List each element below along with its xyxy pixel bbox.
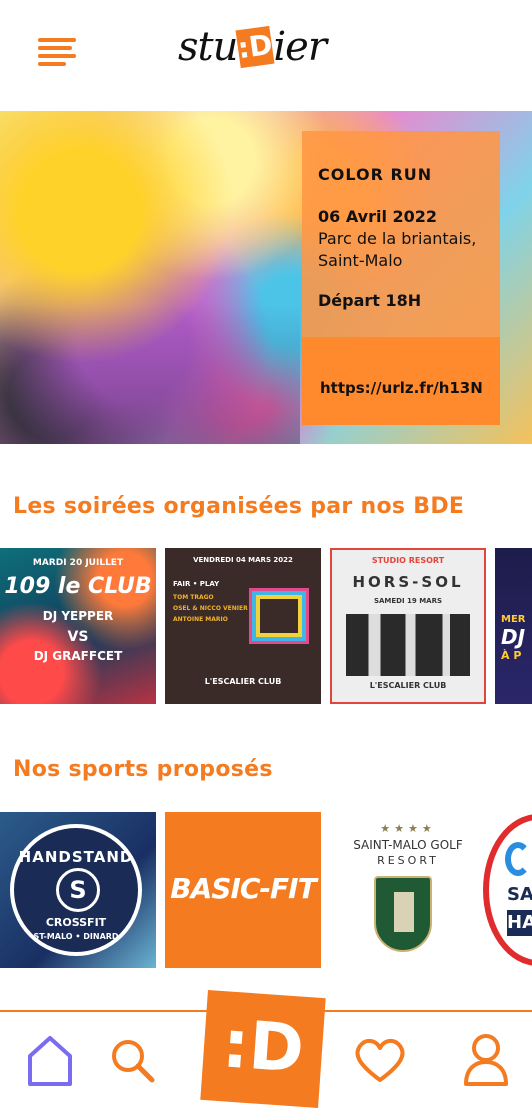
sport-card[interactable]: ★★★★ SAINT-MALO GOLF RESORT: [330, 812, 486, 968]
party-artwork: [249, 588, 309, 644]
party-versus: VS: [67, 629, 89, 645]
party-photo: [346, 614, 470, 676]
handstand-logo: HANDSTAND S CROSSFIT ST-MALO • DINARD: [10, 824, 142, 956]
parties-carousel[interactable]: MARDI 20 JUILLET 109 le CLUB DJ YEPPER V…: [0, 548, 532, 706]
party-card[interactable]: MARDI 20 JUILLET 109 le CLUB DJ YEPPER V…: [0, 548, 156, 704]
sports-carousel[interactable]: HANDSTAND S CROSSFIT ST-MALO • DINARD BA…: [0, 812, 532, 970]
party-brand: STUDIO RESORT: [371, 556, 445, 565]
sport-sub: RESORT: [377, 854, 439, 867]
sport-name: SA: [507, 884, 532, 905]
party-dj-1: DJ YEPPER: [42, 609, 114, 623]
home-icon[interactable]: [20, 1030, 80, 1090]
party-footer: L'ESCALIER CLUB: [204, 677, 282, 686]
party-date: MARDI 20 JUILLET: [32, 558, 124, 568]
logo-mark: :D: [235, 25, 275, 69]
event-title: COLOR RUN: [318, 165, 433, 184]
parties-section-title: Les soirées organisées par nos BDE: [13, 494, 465, 519]
event-place: Parc de la briantais, Saint-Malo: [318, 229, 477, 270]
event-time: Départ 18H: [318, 291, 422, 310]
sport-card[interactable]: SA HA: [483, 812, 532, 968]
event-link[interactable]: https://urlz.fr/h13N: [320, 379, 483, 397]
sport-sub: CROSSFIT: [45, 916, 107, 929]
sport-card[interactable]: HANDSTAND S CROSSFIT ST-MALO • DINARD: [0, 812, 156, 968]
sport-name: BASIC-FIT: [170, 872, 316, 905]
party-card[interactable]: MER DJ À P: [495, 548, 532, 704]
menu-icon[interactable]: [38, 38, 78, 66]
sport-name: SAINT-MALO GOLF: [353, 838, 463, 852]
sports-section-title: Nos sports proposés: [13, 757, 273, 782]
party-card[interactable]: STUDIO RESORT HORS-SOL SAMEDI 19 MARS L'…: [330, 548, 486, 704]
app-header: stu :D ier: [0, 0, 532, 110]
party-card[interactable]: VENDREDI 04 MARS 2022 FAIR • PLAY TOM TR…: [165, 548, 321, 704]
party-name: HORS-SOL: [352, 573, 464, 591]
sport-sub: HA: [507, 910, 532, 936]
party-dj-2: DJ GRAFFCET: [33, 649, 123, 663]
hero-event-banner[interactable]: COLOR RUN 06 Avril 2022 Parc de la brian…: [0, 111, 532, 444]
sport-badge-mark: [505, 842, 531, 876]
party-date: SAMEDI 19 MARS: [373, 597, 443, 605]
app-logo[interactable]: stu :D ier: [178, 24, 327, 70]
event-info-card: COLOR RUN 06 Avril 2022 Parc de la brian…: [302, 131, 500, 425]
bottom-nav: :D: [0, 990, 532, 1116]
party-date: VENDREDI 04 MARS 2022: [193, 556, 293, 564]
golf-shield-icon: [374, 876, 432, 952]
home-logo-button[interactable]: :D: [200, 990, 326, 1108]
party-name: FAIR • PLAY: [173, 580, 220, 588]
sport-place: ST-MALO • DINARD: [33, 932, 119, 941]
party-extra: À P: [501, 649, 522, 662]
event-date: 06 Avril 2022: [318, 207, 438, 226]
search-icon[interactable]: [104, 1030, 164, 1090]
sport-name: HANDSTAND: [18, 848, 134, 866]
user-icon[interactable]: [456, 1030, 516, 1090]
logo-text-left: stu: [178, 24, 238, 70]
handstand-mark: S: [56, 868, 100, 912]
heart-icon[interactable]: [350, 1030, 410, 1090]
logo-text-right: ier: [273, 24, 327, 70]
party-footer: L'ESCALIER CLUB: [369, 681, 447, 690]
hero-photo: [0, 304, 300, 444]
sport-card[interactable]: BASIC-FIT: [165, 812, 321, 968]
party-date: MER: [501, 614, 526, 625]
party-name: DJ: [501, 625, 526, 649]
golf-stars: ★★★★: [380, 822, 436, 835]
party-venue: 109 le CLUB: [4, 574, 152, 599]
